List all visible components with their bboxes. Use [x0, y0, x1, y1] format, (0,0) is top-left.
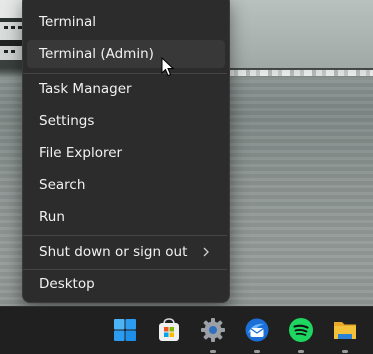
microsoft-store-icon[interactable] — [156, 317, 182, 343]
running-indicator — [210, 350, 216, 353]
winx-context-menu: Terminal Terminal (Admin) Task Manager S… — [22, 0, 230, 303]
menu-item-settings[interactable]: Settings — [27, 107, 225, 135]
windows-start-icon[interactable] — [112, 317, 138, 343]
menu-item-label: Settings — [39, 113, 95, 129]
menu-item-label: Task Manager — [39, 81, 132, 97]
menu-item-search[interactable]: Search — [27, 171, 225, 199]
menu-item-terminal[interactable]: Terminal — [27, 8, 225, 36]
menu-separator — [23, 235, 227, 236]
menu-separator — [23, 73, 227, 74]
menu-item-terminal-admin[interactable]: Terminal (Admin) — [27, 40, 225, 68]
chevron-right-icon — [203, 238, 213, 266]
spotify-icon[interactable] — [288, 317, 314, 343]
file-explorer-folder-icon[interactable] — [332, 317, 358, 343]
menu-item-task-manager[interactable]: Task Manager — [27, 75, 225, 103]
wallpaper-wave-foam — [228, 70, 373, 76]
menu-item-shut-down-or-sign-out[interactable]: Shut down or sign out — [27, 238, 225, 266]
menu-item-label: Terminal — [39, 14, 97, 30]
menu-item-file-explorer[interactable]: File Explorer — [27, 139, 225, 167]
settings-gear-icon[interactable] — [200, 317, 226, 343]
menu-item-run[interactable]: Run — [27, 203, 225, 231]
running-indicator — [254, 350, 260, 353]
taskbar — [0, 306, 373, 354]
menu-item-label: Desktop — [39, 276, 95, 292]
running-indicator — [342, 350, 348, 353]
thunderbird-icon[interactable] — [244, 317, 270, 343]
running-indicator — [298, 350, 304, 353]
menu-item-label: File Explorer — [39, 145, 123, 161]
menu-item-desktop[interactable]: Desktop — [27, 270, 225, 298]
menu-item-label: Terminal (Admin) — [39, 46, 154, 62]
mouse-pointer-icon — [161, 56, 175, 77]
menu-item-label: Run — [39, 209, 65, 225]
menu-item-label: Search — [39, 177, 86, 193]
menu-item-label: Shut down or sign out — [39, 244, 188, 260]
